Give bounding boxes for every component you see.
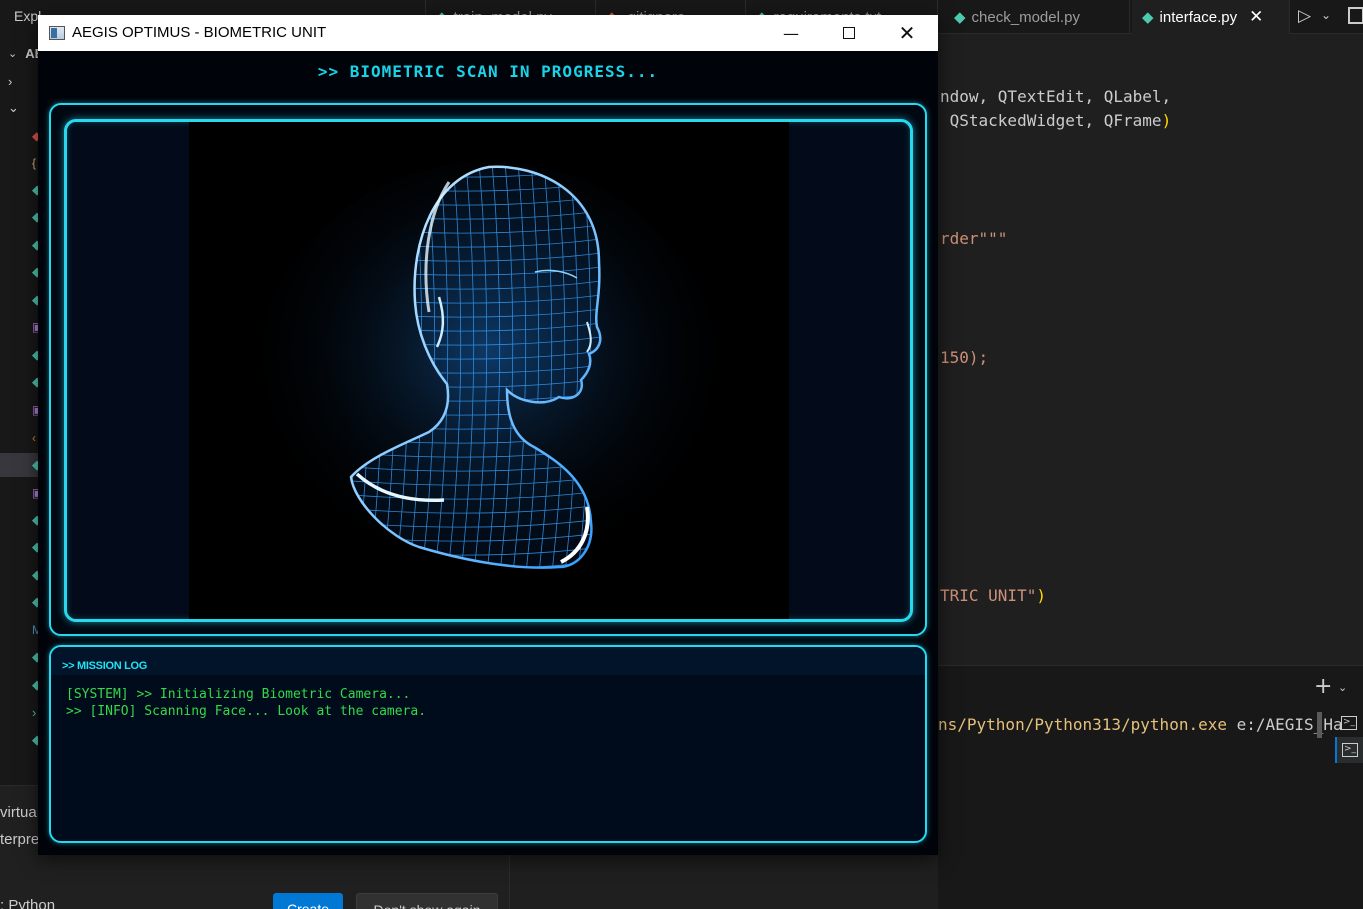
chevron-down-icon: ⌄ bbox=[8, 47, 18, 60]
maximize-button[interactable] bbox=[820, 15, 878, 51]
terminal-command: ns/Python/Python313/python.exe e:/AEGIS_… bbox=[938, 715, 1343, 734]
tree-item[interactable]: { bbox=[0, 151, 40, 175]
chevron-right-icon: › bbox=[32, 704, 37, 720]
tree-item[interactable]: ◆ bbox=[0, 124, 40, 148]
camera-frame bbox=[64, 119, 913, 622]
chevron-right-icon: › bbox=[8, 73, 13, 89]
tree-item[interactable]: ◆ bbox=[0, 233, 40, 257]
code-paren: ) bbox=[1036, 586, 1046, 605]
window-titlebar[interactable]: AEGIS OPTIMUS - BIOMETRIC UNIT — ✕ bbox=[38, 15, 938, 51]
tree-item[interactable]: ◆ bbox=[0, 370, 40, 394]
app-window-icon bbox=[49, 26, 65, 40]
tab-check-model[interactable]: ◆ check_model.py bbox=[944, 0, 1130, 34]
scan-frame bbox=[49, 103, 927, 636]
scan-status-header: >> BIOMETRIC SCAN IN PROGRESS... bbox=[317, 62, 659, 81]
explorer-root[interactable]: ⌄ AEG bbox=[0, 41, 40, 65]
code-line: 150); bbox=[940, 348, 988, 367]
code-line: TRIC UNIT") bbox=[940, 586, 1046, 605]
mission-log-title: >> MISSION LOG bbox=[62, 660, 148, 672]
create-button[interactable]: Create bbox=[273, 893, 343, 909]
tree-item[interactable]: ◆ bbox=[0, 590, 40, 614]
terminal-tab-active[interactable]: >_ bbox=[1335, 737, 1363, 763]
terminal-tab[interactable]: >_ bbox=[1335, 710, 1363, 736]
code-text: QStackedWidget, QFrame bbox=[940, 111, 1162, 130]
terminal-icon: >_ bbox=[1342, 743, 1358, 757]
minimize-icon: — bbox=[783, 23, 799, 43]
close-icon: ✕ bbox=[898, 21, 916, 45]
code-paren: ) bbox=[1161, 111, 1172, 130]
wireframe-head-image bbox=[259, 162, 719, 582]
maximize-icon bbox=[843, 27, 855, 39]
minimize-button[interactable]: — bbox=[762, 15, 820, 51]
code-line: ndow, QTextEdit, QLabel, bbox=[940, 87, 1171, 106]
run-icon[interactable]: ▷ bbox=[1298, 6, 1311, 26]
camera-feed bbox=[189, 122, 789, 619]
tab-label: check_model.py bbox=[971, 8, 1080, 26]
log-line: >> [INFO] Scanning Face... Look at the c… bbox=[66, 704, 427, 719]
terminal-panel[interactable] bbox=[938, 665, 1363, 909]
notification-text-line1: virtua bbox=[0, 804, 37, 821]
mission-log-panel: >> MISSION LOG [SYSTEM] >> Initializing … bbox=[49, 645, 927, 843]
terminal-icon: >_ bbox=[1341, 716, 1357, 730]
tree-item[interactable]: M bbox=[0, 618, 40, 642]
code-text: ndow, QTextEdit, QLabel, bbox=[940, 87, 1172, 106]
code-text: 150); bbox=[940, 348, 989, 367]
chevron-down-icon: ⌄ bbox=[8, 100, 19, 115]
code-text: TRIC UNIT" bbox=[940, 586, 1037, 605]
tree-item[interactable]: ◆ bbox=[0, 508, 40, 532]
code-line: rder""" bbox=[940, 229, 1007, 248]
python-file-icon: ◆ bbox=[1142, 9, 1154, 26]
tab-label: interface.py bbox=[1159, 8, 1238, 26]
dont-show-again-button[interactable]: Don't show again bbox=[356, 893, 498, 909]
tree-item[interactable]: ◆ bbox=[0, 178, 40, 202]
html-file-icon: ‹ bbox=[32, 431, 36, 445]
code-line: QStackedWidget, QFrame) bbox=[940, 111, 1172, 130]
chevron-down-icon[interactable]: ⌄ bbox=[1321, 8, 1331, 22]
tree-item[interactable]: ▣ bbox=[0, 481, 40, 505]
tree-item[interactable]: ◆ bbox=[0, 563, 40, 587]
notification-text-line2: terpre bbox=[0, 831, 40, 848]
tree-item[interactable]: ▣ bbox=[0, 398, 40, 422]
tree-item[interactable]: › bbox=[0, 700, 40, 724]
window-title: AEGIS OPTIMUS - BIOMETRIC UNIT bbox=[72, 24, 327, 41]
close-tab-icon[interactable]: ✕ bbox=[1249, 7, 1263, 27]
tree-item[interactable]: ▣ bbox=[0, 315, 40, 339]
chevron-down-icon[interactable]: ⌄ bbox=[1338, 681, 1347, 694]
tree-item[interactable]: ‹ bbox=[0, 426, 40, 450]
terminal-python-path: ns/Python/Python313/python.exe bbox=[938, 715, 1227, 734]
tree-item[interactable]: ◆ bbox=[0, 728, 40, 752]
tree-item[interactable]: ◆ bbox=[0, 343, 40, 367]
close-button[interactable]: ✕ bbox=[878, 15, 936, 51]
tree-item[interactable]: ◆ bbox=[0, 260, 40, 284]
python-file-icon: ◆ bbox=[954, 9, 966, 26]
tab-interface[interactable]: ◆ interface.py ✕ bbox=[1132, 0, 1290, 34]
terminal-arg: e:/AEGIS_Ha bbox=[1226, 715, 1343, 734]
code-text: rder""" bbox=[940, 229, 1008, 248]
explorer-sidebar: Expl ⌄ AEG › ⌄ ◆ { ◆ ◆ ◆ ◆ ◆ ▣ ◆ ◆ ▣ ‹ ◆… bbox=[0, 0, 41, 909]
add-terminal-icon[interactable]: + bbox=[1314, 674, 1332, 699]
tree-item[interactable]: ◆ bbox=[0, 205, 40, 229]
tree-item-selected[interactable]: ◆ bbox=[0, 453, 40, 477]
split-editor-icon[interactable] bbox=[1348, 7, 1363, 24]
tree-item[interactable]: ◆ bbox=[0, 645, 40, 669]
tree-folder[interactable]: › bbox=[0, 69, 40, 93]
mission-log-header bbox=[51, 647, 925, 675]
tree-item[interactable]: ◆ bbox=[0, 673, 40, 697]
tree-item[interactable]: ◆ bbox=[0, 535, 40, 559]
notification-text-line3: : Python bbox=[0, 897, 56, 909]
log-line: [SYSTEM] >> Initializing Biometric Camer… bbox=[66, 687, 411, 702]
biometric-window: AEGIS OPTIMUS - BIOMETRIC UNIT — ✕ >> BI… bbox=[38, 15, 938, 855]
tree-folder[interactable]: ⌄ bbox=[0, 96, 40, 120]
terminal-scrollbar[interactable] bbox=[1317, 712, 1322, 738]
tree-item[interactable]: ◆ bbox=[0, 288, 40, 312]
json-file-icon: { bbox=[32, 156, 37, 170]
